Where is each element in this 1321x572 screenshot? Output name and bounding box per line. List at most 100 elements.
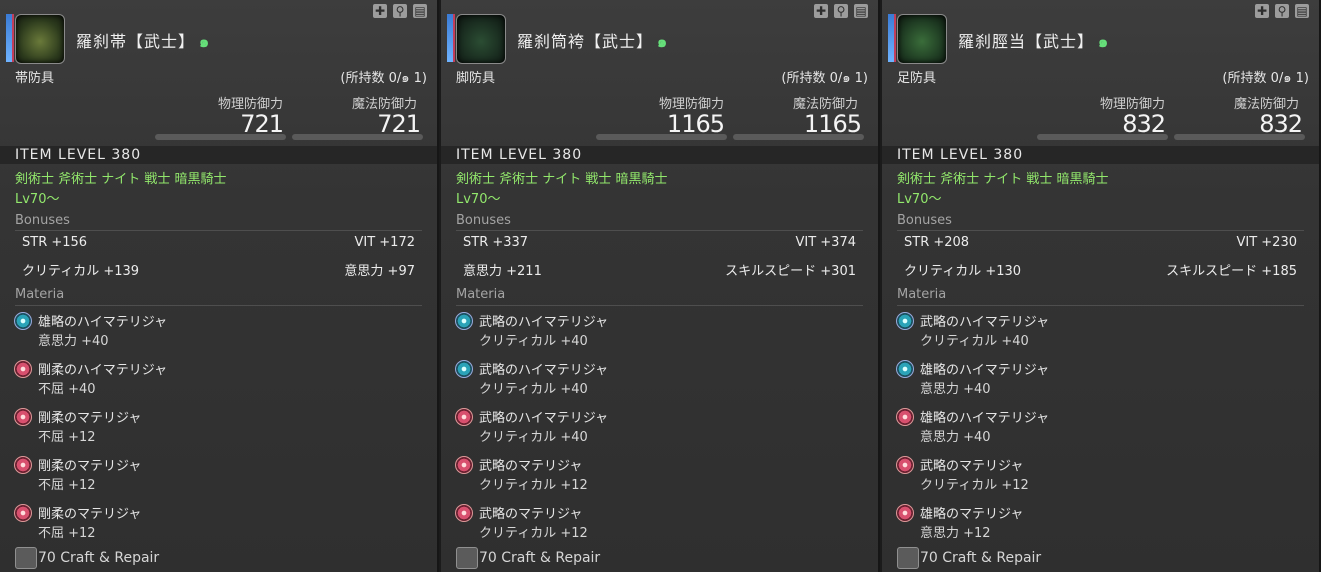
item-slot: 足防具 [897,71,937,86]
materia-stat: クリティカル +12 [479,478,588,493]
item-name: 羅刹筒袴【武士】 [517,32,654,51]
materia-name: 雄略のマテリジャ [920,507,1024,522]
item-level: ITEM LEVEL 380 [897,147,1024,163]
materia-heading: Materia [15,287,65,302]
spiral-icon: ๑ [657,32,669,51]
item-level: ITEM LEVEL 380 [15,147,142,163]
materia-icon [14,312,32,330]
materia-stat: 不屈 +12 [38,430,96,445]
materia-name: 武略のマテリジャ [479,507,583,522]
item-icon [15,14,65,64]
owned-max: 1) [409,71,427,86]
materia-stat: クリティカル +40 [920,334,1029,349]
bonus-stat: STR +337 [463,235,529,250]
bonuses-heading: Bonuses [456,213,511,228]
materia-icon [14,456,32,474]
bonus-stat: 意思力 +211 [463,264,542,279]
materia-name: 武略のマテリジャ [920,459,1024,474]
materia-icon [14,408,32,426]
item-name: 羅刹帯【武士】 [76,32,196,51]
tooltip-actions: ✚ ⚲ ▤ [1255,4,1309,18]
bonus-stat: STR +208 [904,235,970,250]
materia-name: 武略のハイマテリジャ [479,411,609,426]
materia-icon [14,504,32,522]
materia-name: 雄略のハイマテリジャ [920,411,1050,426]
materia-name: 剛柔のマテリジャ [38,411,142,426]
phys-defense-bar [596,134,727,140]
bonus-stat: クリティカル +139 [22,264,140,279]
materia-name: 剛柔のハイマテリジャ [38,363,168,378]
materia-stat: 不屈 +12 [38,526,96,541]
materia-name: 武略のハイマテリジャ [920,315,1050,330]
cross-icon[interactable]: ✚ [373,4,387,18]
crafter-icon [456,547,478,569]
armoire-icon[interactable]: ▤ [854,4,868,18]
materia-name: 剛柔のマテリジャ [38,459,142,474]
mag-defense-bar [292,134,423,140]
bonus-stat: STR +156 [22,235,88,250]
materia-icon [896,504,914,522]
materia-icon [896,456,914,474]
craft-repair: 70 Craft & Repair [38,550,160,566]
bonus-stat: VIT +230 [1236,235,1297,250]
spiral-icon: ๑ [401,71,410,86]
spiral-icon: ๑ [842,71,851,86]
materia-name: 雄略のハイマテリジャ [920,363,1050,378]
materia-heading: Materia [456,287,506,302]
dye-icon[interactable]: ⚲ [393,4,407,18]
cross-icon[interactable]: ✚ [1255,4,1269,18]
bonuses-heading: Bonuses [15,213,70,228]
bonus-stat: 意思力 +97 [344,264,415,279]
item-name: 羅刹脛当【武士】 [958,32,1095,51]
materia-icon [455,408,473,426]
item-icon [456,14,506,64]
materia-icon [896,360,914,378]
mag-defense-bar [733,134,864,140]
armoire-icon[interactable]: ▤ [1295,4,1309,18]
rarity-accent [6,14,14,62]
materia-stat: クリティカル +40 [479,334,588,349]
armoire-icon[interactable]: ▤ [413,4,427,18]
job-list: 剣術士 斧術士 ナイト 戦士 暗黒騎士 [456,172,668,187]
crafter-icon [15,547,37,569]
bonus-stat: VIT +172 [354,235,415,250]
bonus-stat: スキルスピード +185 [1166,264,1297,279]
materia-stat: 意思力 +40 [38,334,109,349]
dye-icon[interactable]: ⚲ [834,4,848,18]
required-level: Lv70〜 [15,192,60,207]
item-slot: 帯防具 [15,71,55,86]
required-level: Lv70〜 [456,192,501,207]
materia-stat: 意思力 +12 [920,526,991,541]
cross-icon[interactable]: ✚ [814,4,828,18]
item-icon [897,14,947,64]
item-tooltip: ✚ ⚲ ▤ 羅刹筒袴【武士】๑ 脚防具 (所持数 0/๑ 1) 物理防御力 魔法… [441,0,880,572]
spiral-icon: ๑ [199,32,211,51]
bonus-stat: スキルスピード +301 [725,264,856,279]
job-list: 剣術士 斧術士 ナイト 戦士 暗黒騎士 [15,172,227,187]
phys-defense-bar [1037,134,1168,140]
bonus-stat: クリティカル +130 [904,264,1022,279]
materia-stat: クリティカル +40 [479,430,588,445]
rarity-accent [888,14,896,62]
bonuses-heading: Bonuses [897,213,952,228]
tooltip-actions: ✚ ⚲ ▤ [814,4,868,18]
craft-repair: 70 Craft & Repair [479,550,601,566]
item-slot: 脚防具 [456,71,496,86]
materia-stat: 意思力 +40 [920,430,991,445]
rarity-accent [447,14,455,62]
dye-icon[interactable]: ⚲ [1275,4,1289,18]
tooltip-actions: ✚ ⚲ ▤ [373,4,427,18]
required-level: Lv70〜 [897,192,942,207]
materia-icon [455,504,473,522]
materia-icon [455,312,473,330]
owned-max: 1) [1291,71,1309,86]
materia-stat: クリティカル +12 [479,526,588,541]
phys-defense-bar [155,134,286,140]
item-level: ITEM LEVEL 380 [456,147,583,163]
materia-icon [896,408,914,426]
materia-name: 雄略のハイマテリジャ [38,315,168,330]
item-tooltip: ✚ ⚲ ▤ 羅刹帯【武士】๑ 帯防具 (所持数 0/๑ 1) 物理防御力 魔法防… [0,0,439,572]
crafter-icon [897,547,919,569]
materia-icon [455,360,473,378]
owned-count: (所持数 0/ [1222,71,1284,86]
